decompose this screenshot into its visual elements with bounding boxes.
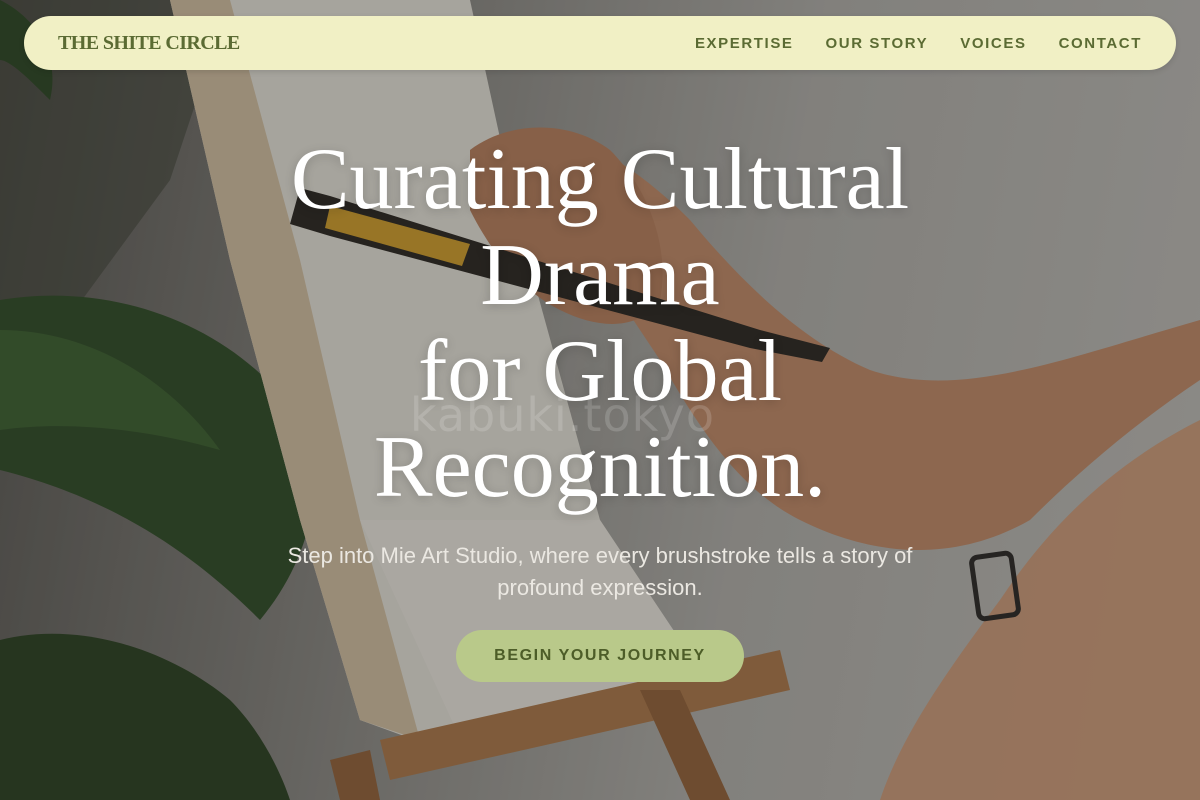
brand-logo[interactable]: THE SHITE CIRCLE — [58, 32, 240, 55]
hero-title-line: Drama — [480, 227, 720, 324]
nav-link-our-story[interactable]: OUR STORY — [826, 35, 929, 52]
hero-subtitle: Step into Mie Art Studio, where every br… — [287, 543, 913, 600]
nav-link-contact[interactable]: CONTACT — [1059, 35, 1142, 52]
nav-link-voices[interactable]: VOICES — [960, 35, 1026, 52]
hero-title-line: for Global — [417, 323, 783, 420]
nav-link-expertise[interactable]: EXPERTISE — [695, 35, 794, 52]
hero-title-line: Recognition. — [373, 419, 827, 516]
hero-title-line: Curating Cultural — [290, 131, 910, 228]
nav-links: EXPERTISE OUR STORY VOICES CONTACT — [695, 35, 1142, 52]
hero-title: Curating Cultural Drama for Global Recog… — [200, 132, 1000, 516]
top-navigation-bar: THE SHITE CIRCLE EXPERTISE OUR STORY VOI… — [24, 16, 1176, 70]
begin-journey-button[interactable]: BEGIN YOUR JOURNEY — [456, 630, 744, 682]
